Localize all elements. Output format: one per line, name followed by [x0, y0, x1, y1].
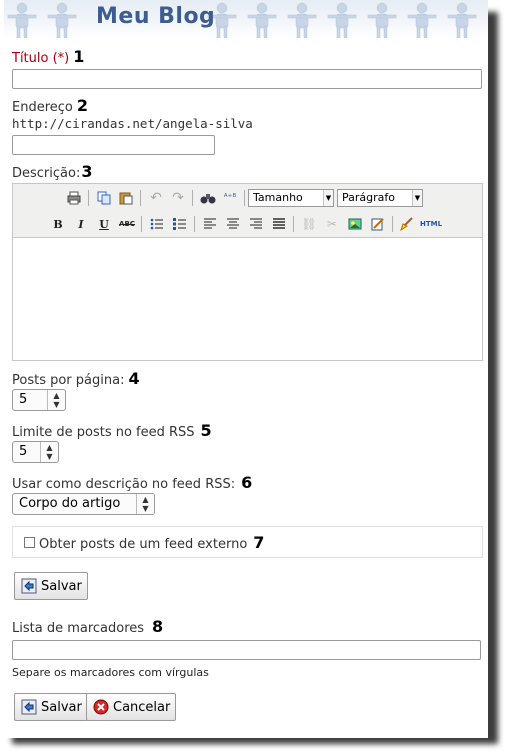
title-input[interactable]	[12, 69, 482, 89]
link-icon[interactable]: ⛓	[300, 215, 318, 233]
cancel-icon	[93, 699, 109, 715]
bold-icon[interactable]: B	[49, 215, 67, 233]
paste-icon[interactable]	[117, 189, 135, 207]
format-select[interactable]: Parágrafo ▼	[337, 189, 423, 207]
tags-label-row: Lista de marcadores 8	[12, 617, 163, 636]
font-size-select-value: Tamanho	[253, 191, 303, 204]
toolbar-separator	[192, 190, 193, 206]
posts-per-page-label: Posts por página:	[12, 373, 125, 388]
edit-icon[interactable]	[369, 215, 387, 233]
tags-label: Lista de marcadores	[12, 621, 145, 636]
blog-settings-form: Meu Blog Título (*) 1 Endereço 2 http://ci…	[4, 0, 488, 738]
align-center-icon[interactable]	[224, 215, 242, 233]
toolbar-separator	[88, 190, 89, 206]
marker-1: 1	[73, 47, 85, 66]
marker-6: 6	[241, 473, 253, 492]
marker-5: 5	[200, 421, 212, 440]
people-pattern	[7, 2, 477, 38]
chevron-down-icon: ▼	[323, 190, 333, 206]
feed-desc-value: Corpo do artigo	[19, 496, 121, 511]
html-source-icon[interactable]: HTML	[419, 215, 443, 233]
marker-8: 8	[152, 617, 164, 636]
toolbar-separator	[140, 190, 141, 206]
undo-icon[interactable]: ↶	[147, 189, 165, 207]
underline-icon[interactable]: U	[95, 215, 113, 233]
image-icon[interactable]	[346, 215, 364, 233]
save-button-label: Salvar	[41, 578, 82, 594]
editor-toolbar: ↶ ↷ ᴬ⁺ᴮ Tamanho ▼ Parágrafo ▼ B I U ABC ⛓ …	[13, 184, 482, 238]
marker-2: 2	[76, 96, 89, 115]
feed-limit-value: 5	[19, 444, 28, 459]
updown-arrows-icon: ▲ ▼	[136, 494, 154, 514]
toolbar-separator	[244, 190, 245, 206]
feed-desc-label-row: Usar como descrição no feed RSS: 6	[12, 473, 252, 492]
replace-icon[interactable]: ᴬ⁺ᴮ	[221, 189, 239, 207]
save-icon	[21, 699, 37, 715]
toolbar-separator	[141, 216, 142, 232]
title-label-row: Título (*) 1	[12, 47, 84, 66]
save-button-bottom[interactable]: Salvar	[14, 693, 88, 721]
marker-4: 4	[128, 369, 140, 388]
toolbar-separator	[392, 216, 393, 232]
feed-limit-label-row: Limite de posts no feed RSS 5	[12, 421, 212, 440]
toolbar-separator	[293, 216, 294, 232]
redo-icon[interactable]: ↷	[169, 189, 187, 207]
copy-icon[interactable]	[95, 189, 113, 207]
save-icon	[21, 578, 37, 594]
cancel-button-label: Cancelar	[113, 699, 171, 715]
address-label-row: Endereço 2	[12, 96, 88, 115]
posts-per-page-value: 5	[19, 392, 28, 407]
tags-hint: Separe os marcadores com vírgulas	[12, 666, 209, 679]
find-icon[interactable]	[199, 189, 217, 207]
description-label: Descrição:	[12, 166, 81, 181]
format-select-value: Parágrafo	[342, 191, 395, 204]
save-button[interactable]: Salvar	[14, 572, 88, 600]
align-left-icon[interactable]	[201, 215, 219, 233]
feed-limit-label: Limite de posts no feed RSS	[12, 425, 195, 440]
posts-per-page-label-row: Posts por página: 4	[12, 369, 140, 388]
cleanup-icon[interactable]	[398, 215, 416, 233]
font-size-select[interactable]: Tamanho ▼	[248, 189, 334, 207]
external-feed-label-row: Obter posts de um feed externo 7	[39, 533, 264, 552]
feed-desc-label: Usar como descrição no feed RSS:	[12, 477, 236, 492]
bullet-list-icon[interactable]	[148, 215, 166, 233]
description-label-row: Descrição:3	[12, 162, 92, 181]
updown-arrows-icon: ▲ ▼	[47, 390, 65, 410]
feed-desc-select[interactable]: Corpo do artigo ▲ ▼	[12, 493, 155, 515]
save-button-bottom-label: Salvar	[41, 699, 82, 715]
external-feed-checkbox[interactable]	[24, 537, 35, 548]
posts-per-page-select[interactable]: 5 ▲ ▼	[12, 389, 66, 411]
align-right-icon[interactable]	[247, 215, 265, 233]
numbered-list-icon[interactable]	[171, 215, 189, 233]
external-feed-label: Obter posts de um feed externo	[39, 537, 248, 552]
chevron-down-icon: ▼	[412, 190, 422, 206]
title-label: Título (*)	[12, 51, 70, 66]
external-feed-fieldset: Obter posts de um feed externo 7	[12, 526, 483, 558]
unlink-icon[interactable]: ✂	[323, 215, 341, 233]
address-prefix: http://cirandas.net/angela-silva	[12, 116, 253, 131]
marker-7: 7	[253, 533, 265, 552]
marker-3: 3	[81, 162, 93, 181]
italic-icon[interactable]: I	[72, 215, 90, 233]
align-justify-icon[interactable]	[270, 215, 288, 233]
toolbar-separator	[194, 216, 195, 232]
feed-limit-select[interactable]: 5 ▲ ▼	[12, 441, 59, 463]
blog-title: Meu Blog	[96, 4, 216, 29]
strikethrough-icon[interactable]: ABC	[118, 215, 136, 233]
rich-text-editor: ↶ ↷ ᴬ⁺ᴮ Tamanho ▼ Parágrafo ▼ B I U ABC ⛓ …	[12, 183, 483, 361]
tags-input[interactable]	[12, 640, 481, 660]
header-banner: Meu Blog	[4, 0, 488, 38]
address-input[interactable]	[12, 135, 215, 155]
print-icon[interactable]	[65, 189, 83, 207]
updown-arrows-icon: ▲ ▼	[40, 442, 58, 462]
address-label: Endereço	[12, 100, 73, 115]
cancel-button[interactable]: Cancelar	[86, 693, 177, 721]
